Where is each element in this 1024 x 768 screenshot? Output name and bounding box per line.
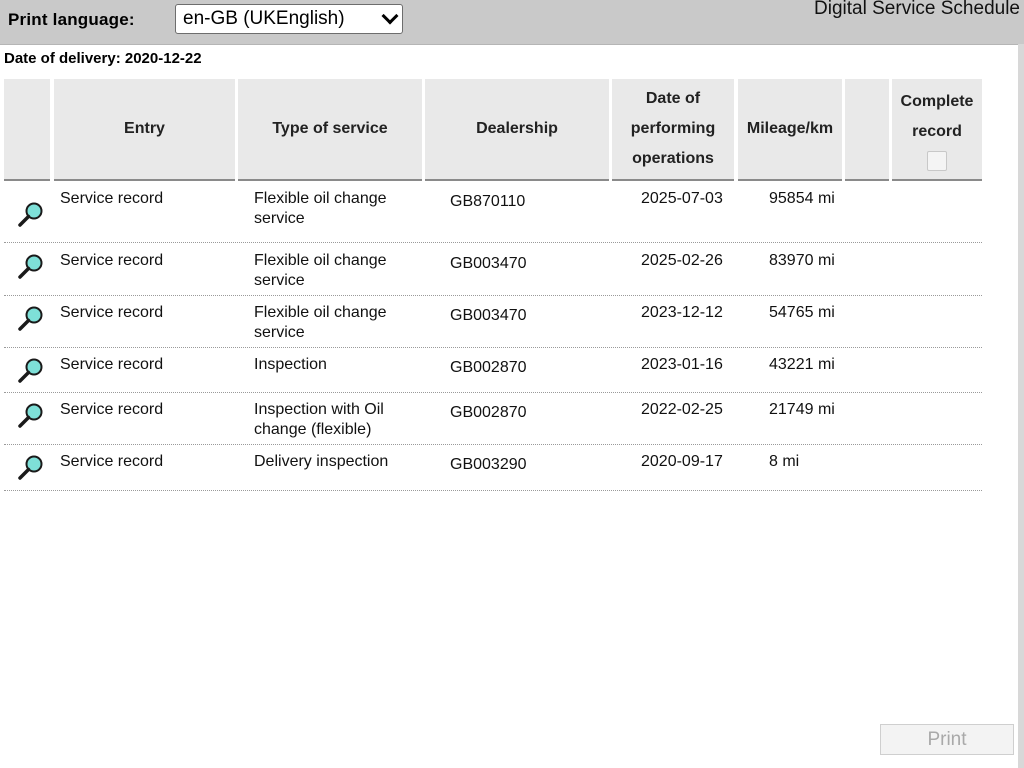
magnifier-icon[interactable]	[16, 304, 46, 334]
cell-type-of-service: Inspection	[254, 356, 327, 373]
cell-entry: Service record	[60, 356, 164, 373]
print-language-value: en-GB (UKEnglish)	[183, 8, 345, 29]
column-header-type-of-service: Type of service	[238, 79, 422, 181]
cell-dealership: GB002870	[450, 359, 527, 376]
column-header-complete-record: Complete record	[892, 79, 982, 181]
top-bar: Print language: en-GB (UKEnglish) Digita…	[0, 0, 1024, 45]
magnifier-icon[interactable]	[16, 252, 46, 282]
column-header-dealership: Dealership	[425, 79, 609, 181]
cell-type-of-service: Flexible oil change service	[254, 252, 387, 289]
magnifier-icon[interactable]	[16, 401, 46, 431]
cell-type-of-service: Flexible oil change service	[254, 304, 387, 341]
cell-type-of-service: Flexible oil change service	[254, 190, 387, 227]
table-row: Service record Flexible oil change servic…	[4, 243, 982, 296]
cell-dealership: GB870110	[450, 193, 526, 210]
cell-entry: Service record	[60, 190, 164, 207]
cell-date: 2025-07-03	[641, 190, 723, 207]
page: Print language: en-GB (UKEnglish) Digita…	[0, 0, 1024, 768]
cell-mileage: 43221 mi	[769, 356, 835, 373]
cell-type-of-service: Delivery inspection	[254, 453, 389, 470]
complete-record-label: Complete record	[900, 93, 974, 140]
cell-type-of-service: Inspection with Oil change (flexible)	[254, 401, 384, 438]
cell-dealership: GB002870	[450, 404, 527, 421]
table-row: Service record Inspection GB002870 2023-01-…	[4, 347, 982, 393]
cell-entry: Service record	[60, 252, 164, 269]
date-of-delivery: Date of delivery: 2020-12-22	[4, 50, 202, 67]
table-row: Service record Delivery inspection GB00329…	[4, 444, 982, 491]
cell-entry: Service record	[60, 453, 164, 470]
cell-date: 2023-12-12	[641, 304, 723, 321]
table-row: Service record Flexible oil change servic…	[4, 295, 982, 348]
column-header-empty	[845, 79, 889, 181]
cell-dealership: GB003290	[450, 456, 527, 473]
print-language-select[interactable]: en-GB (UKEnglish)	[175, 4, 403, 34]
cell-mileage: 95854 mi	[769, 190, 835, 207]
cell-date: 2023-01-16	[641, 356, 723, 373]
table-row: Service record Flexible oil change servic…	[4, 181, 982, 243]
cell-mileage: 83970 mi	[769, 252, 835, 269]
cell-date: 2025-02-26	[641, 252, 723, 269]
cell-dealership: GB003470	[450, 255, 527, 272]
column-header-date: Date of performing operations	[612, 79, 734, 181]
print-language-label: Print language:	[8, 10, 135, 29]
cell-entry: Service record	[60, 401, 164, 418]
column-header-icon	[4, 79, 50, 181]
right-border	[1018, 44, 1024, 768]
cell-date: 2020-09-17	[641, 453, 723, 470]
cell-dealership: GB003470	[450, 307, 527, 324]
table-row: Service record Inspection with Oil change…	[4, 392, 982, 445]
column-header-mileage: Mileage/km	[738, 79, 842, 181]
cell-date: 2022-02-25	[641, 401, 723, 418]
app-title: Digital Service Schedule	[814, 0, 1020, 19]
magnifier-icon[interactable]	[16, 453, 46, 483]
complete-record-checkbox[interactable]	[927, 151, 947, 171]
magnifier-icon[interactable]	[16, 200, 46, 230]
print-button[interactable]: Print	[880, 724, 1014, 755]
cell-mileage: 21749 mi	[769, 401, 835, 418]
cell-entry: Service record	[60, 304, 164, 321]
chevron-down-icon	[381, 7, 399, 25]
magnifier-icon[interactable]	[16, 356, 46, 386]
cell-mileage: 8 mi	[769, 453, 800, 470]
cell-mileage: 54765 mi	[769, 304, 835, 321]
column-header-entry: Entry	[54, 79, 235, 181]
